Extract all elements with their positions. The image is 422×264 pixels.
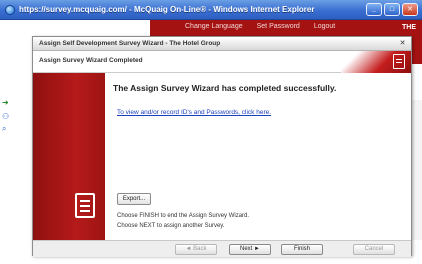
wizard-sidebar xyxy=(33,73,105,240)
cancel-button[interactable]: Cancel xyxy=(353,244,395,255)
back-button[interactable]: ◄ Back xyxy=(175,244,217,255)
close-window-button[interactable]: ✕ xyxy=(402,3,418,16)
wizard-subtitle: Assign Survey Wizard Completed xyxy=(39,57,143,64)
finish-button[interactable]: Finish xyxy=(281,244,323,255)
change-language-link[interactable]: Change Language xyxy=(185,23,243,30)
browser-title: https://survey.mcquaig.com/ - McQuaig On… xyxy=(19,5,315,14)
doc-line xyxy=(80,205,90,207)
wizard-window-title: Assign Self Development Survey Wizard - … xyxy=(39,40,221,47)
success-heading: The Assign Survey Wizard has completed s… xyxy=(113,83,337,93)
minimize-button[interactable]: _ xyxy=(366,3,382,16)
sidebar-item-3[interactable]: ⌕ xyxy=(2,124,6,134)
internet-explorer-icon xyxy=(5,4,15,15)
finish-instruction: Choose FINISH to end the Assign Survey W… xyxy=(117,213,250,219)
sidebar-item-1[interactable]: ➜ xyxy=(2,98,9,107)
doc-line xyxy=(80,200,90,202)
wizard-footer: ◄ Back Next ► Finish Cancel xyxy=(33,240,411,257)
export-button[interactable]: Export... xyxy=(117,193,151,205)
wizard-header: Assign Survey Wizard Completed xyxy=(33,51,411,73)
wizard-close-button[interactable]: ✕ xyxy=(398,40,407,48)
site-top-links: Change Language Set Password Logout xyxy=(185,23,335,30)
doc-line xyxy=(80,210,90,212)
document-list-icon xyxy=(75,193,95,218)
set-password-link[interactable]: Set Password xyxy=(257,23,300,30)
sidebar-item-2[interactable]: ⚇ xyxy=(2,112,9,121)
next-button[interactable]: Next ► xyxy=(229,244,271,255)
window-controls: _ □ ✕ xyxy=(366,3,418,16)
view-ids-passwords-link[interactable]: To view and/or record ID's and Passwords… xyxy=(117,109,271,116)
browser-titlebar: https://survey.mcquaig.com/ - McQuaig On… xyxy=(0,0,422,20)
wizard-titlebar: Assign Self Development Survey Wizard - … xyxy=(33,37,411,51)
search-icon: ⌕ xyxy=(2,124,7,133)
logout-link[interactable]: Logout xyxy=(314,23,335,30)
header-swoosh xyxy=(341,51,411,73)
site-logo-text: THE xyxy=(402,24,416,31)
next-instruction: Choose NEXT to assign another Survey. xyxy=(117,223,225,229)
maximize-button[interactable]: □ xyxy=(384,3,400,16)
wizard-main-content: The Assign Survey Wizard has completed s… xyxy=(105,73,411,240)
arrow-icon: ➜ xyxy=(2,98,9,107)
assign-survey-wizard-dialog: Assign Self Development Survey Wizard - … xyxy=(32,36,412,257)
document-icon xyxy=(393,54,405,69)
people-icon: ⚇ xyxy=(2,112,10,121)
